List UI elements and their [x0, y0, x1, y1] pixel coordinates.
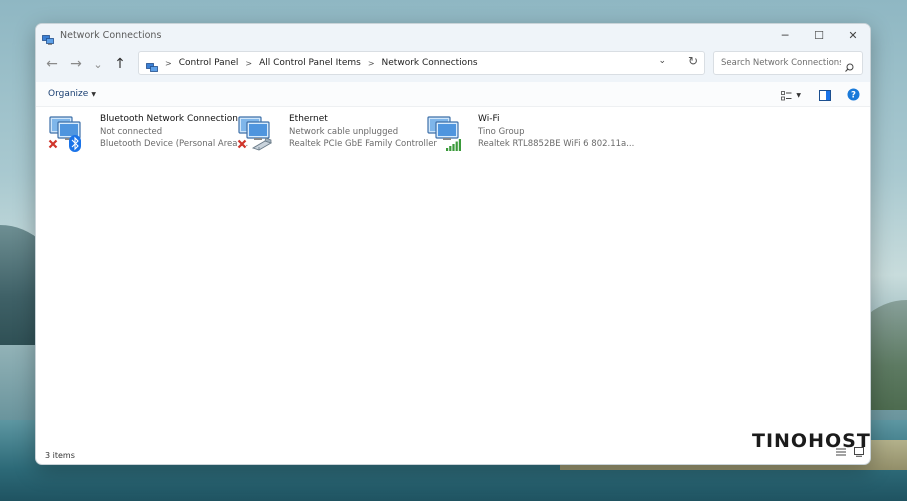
connection-device: Bluetooth Device (Personal Area ... [100, 139, 249, 149]
close-button[interactable]: ✕ [836, 24, 870, 46]
breadcrumb-separator[interactable]: > [245, 59, 252, 68]
search-box[interactable] [713, 51, 863, 75]
command-bar: Organize ▼ ▼ ? [36, 82, 870, 107]
organize-menu-button[interactable]: Organize ▼ [48, 89, 96, 99]
control-panel-icon [146, 58, 158, 72]
caret-down-icon: ▼ [91, 91, 96, 98]
help-button[interactable]: ? [847, 86, 860, 105]
maximize-button[interactable]: ☐ [802, 24, 836, 46]
error-x-icon [237, 139, 247, 149]
address-bar[interactable]: > Control Panel > All Control Panel Item… [138, 51, 705, 75]
connection-device: Realtek RTL8852BE WiFi 6 802.11a... [478, 139, 635, 149]
window-title: Network Connections [60, 29, 162, 41]
breadcrumb-all-control-panel-items[interactable]: All Control Panel Items [259, 58, 361, 68]
back-button[interactable]: ← [40, 52, 64, 76]
preview-pane-button[interactable] [819, 86, 831, 105]
connection-status: Not connected [100, 126, 163, 137]
connection-item-bluetooth[interactable]: Bluetooth Network Connection Not connect… [48, 113, 248, 153]
network-adapter-icon [426, 113, 466, 153]
wifi-signal-icon [446, 139, 461, 151]
status-bar: 3 items [36, 447, 870, 464]
connection-name: Bluetooth Network Connection [100, 114, 238, 124]
minimize-button[interactable]: ─ [768, 24, 802, 46]
address-dropdown-button[interactable]: ⌄ [658, 56, 666, 66]
network-adapter-icon [48, 113, 88, 153]
connection-item-ethernet[interactable]: Ethernet Network cable unplugged Realtek… [237, 113, 437, 153]
error-x-icon [48, 139, 58, 149]
forward-button[interactable]: → [64, 52, 88, 76]
help-icon: ? [847, 88, 860, 101]
connection-item-wifi[interactable]: Wi-Fi Tino Group Realtek RTL8852BE WiFi … [426, 113, 634, 153]
connections-list: Bluetooth Network Connection Not connect… [36, 107, 870, 447]
navigation-bar: ← → ⌄ ↑ > Control Panel > All Control Pa… [36, 46, 870, 82]
refresh-button[interactable]: ↻ [688, 54, 698, 68]
connection-name: Wi-Fi [478, 114, 500, 124]
up-button[interactable]: ↑ [108, 52, 132, 76]
connection-status: Tino Group [478, 126, 525, 137]
change-view-button[interactable]: ▼ [781, 90, 801, 101]
breadcrumb-separator[interactable]: > [165, 59, 172, 68]
preview-pane-icon [819, 90, 831, 101]
svg-text:?: ? [851, 91, 856, 101]
title-bar[interactable]: Network Connections ─ ☐ ✕ [36, 24, 870, 46]
connection-name: Ethernet [289, 114, 328, 124]
search-icon[interactable] [845, 57, 854, 72]
connection-status: Network cable unplugged [289, 126, 399, 137]
breadcrumb-separator[interactable]: > [368, 59, 375, 68]
brand-watermark: TINOHOST [752, 430, 871, 452]
breadcrumb-network-connections[interactable]: Network Connections [382, 58, 478, 68]
item-count: 3 items [45, 451, 75, 460]
search-input[interactable] [719, 57, 843, 69]
organize-label: Organize [48, 89, 89, 99]
view-options-icon [781, 90, 792, 100]
breadcrumb-control-panel[interactable]: Control Panel [179, 58, 239, 68]
network-adapter-icon [237, 113, 277, 153]
connection-device: Realtek PCIe GbE Family Controller [289, 139, 437, 149]
ethernet-cable-icon [251, 137, 273, 151]
network-connections-app-icon [42, 30, 54, 45]
caret-down-icon: ▼ [796, 92, 801, 99]
recent-locations-button[interactable]: ⌄ [88, 52, 108, 76]
bluetooth-icon [69, 135, 81, 152]
explorer-window: Network Connections ─ ☐ ✕ ← → ⌄ ↑ > Cont… [35, 23, 871, 465]
